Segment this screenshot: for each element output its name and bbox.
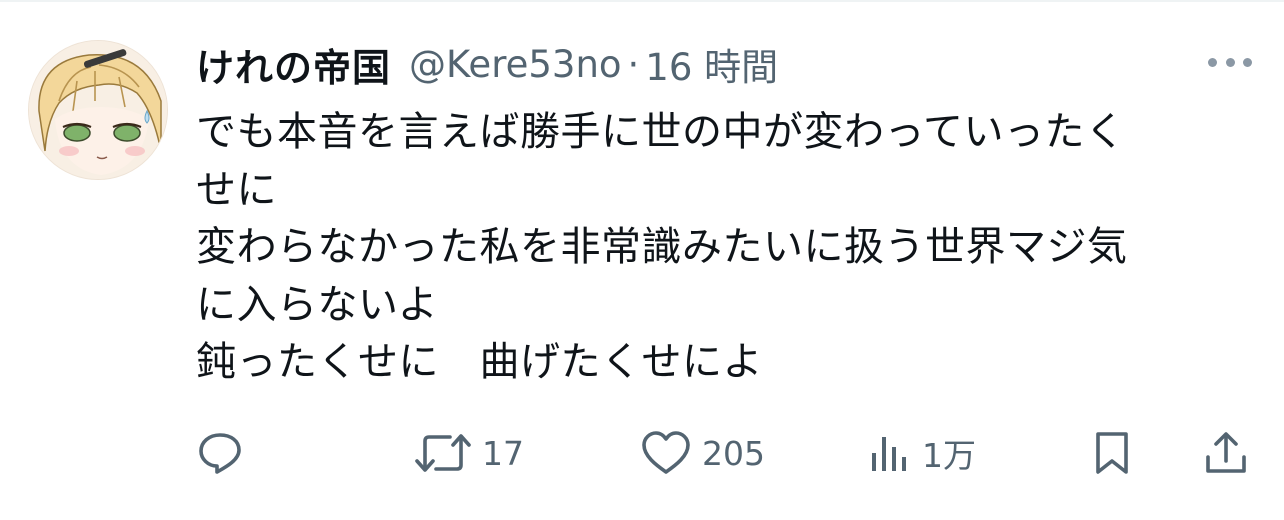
- tweet-text-line: 鈍ったくせに 曲げたくせによ: [196, 339, 763, 385]
- tweet-text-line: でも本音を言えば勝手に世の中が変わっていったく: [196, 109, 1126, 155]
- timestamp[interactable]: 16 時間: [645, 37, 778, 91]
- repost-button[interactable]: 17: [414, 428, 524, 478]
- like-button[interactable]: 205: [640, 428, 765, 478]
- repost-icon: [415, 434, 471, 472]
- views-count: 1万: [922, 436, 976, 475]
- tweet-header: けれの帝国 @Kere53no · 16 時間: [196, 38, 778, 90]
- bookmark-icon: [1096, 432, 1128, 474]
- top-divider: [0, 0, 1284, 2]
- more-dot-icon: [1243, 57, 1252, 67]
- user-handle[interactable]: @Kere53no: [409, 43, 622, 86]
- avatar[interactable]: [28, 40, 168, 180]
- repost-count: 17: [482, 433, 524, 473]
- views-icon: [872, 437, 906, 471]
- views-button[interactable]: 1万: [868, 428, 976, 478]
- share-icon: [1206, 432, 1246, 473]
- tweet-text-line: せに: [196, 166, 277, 213]
- display-name[interactable]: けれの帝国: [196, 37, 391, 92]
- more-options-button[interactable]: [1208, 50, 1252, 74]
- tweet-text-line: 変わらなかった私を非常識みたいに扱う世界マジ気: [196, 224, 1128, 270]
- separator-dot: ·: [627, 42, 640, 86]
- reply-button[interactable]: [196, 428, 244, 478]
- action-bar: 17 205 1万: [0, 428, 1284, 478]
- like-count: 205: [702, 433, 765, 473]
- bookmark-button[interactable]: [1092, 428, 1132, 478]
- tweet-text-line: に入らないよ: [196, 281, 439, 328]
- tweet-text: でも本音を言えば勝手に世の中が変わっていったく せに 変わらなかった私を非常識み…: [196, 104, 1256, 392]
- more-dot-icon: [1225, 57, 1235, 67]
- heart-icon: [642, 431, 690, 474]
- more-dot-icon: [1208, 57, 1217, 67]
- share-button[interactable]: [1202, 428, 1250, 478]
- avatar-image: [29, 41, 167, 179]
- reply-icon: [199, 433, 241, 474]
